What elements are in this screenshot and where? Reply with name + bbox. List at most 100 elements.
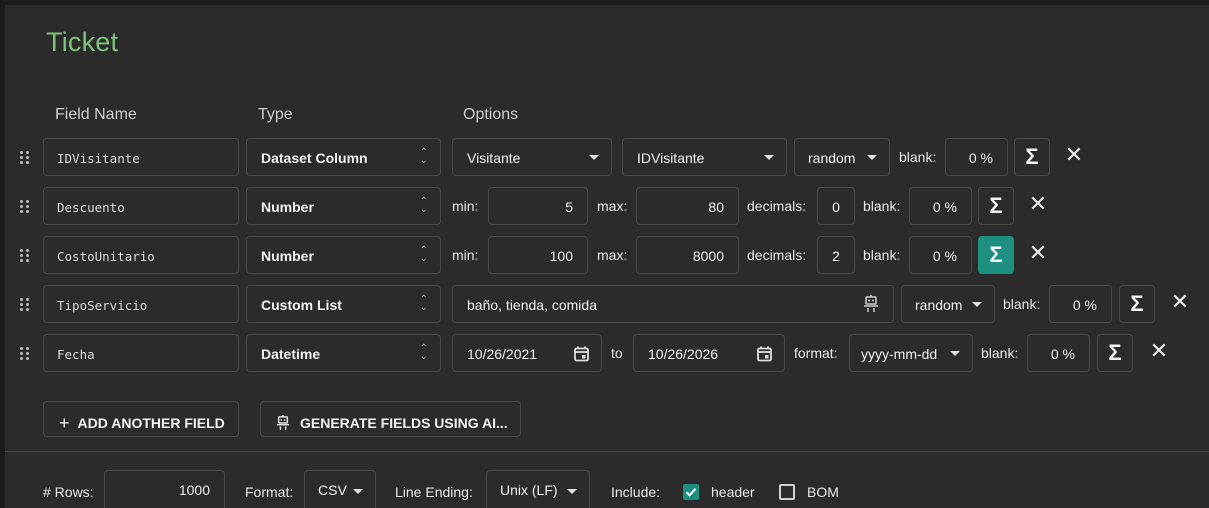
line-ending-value: Unix (LF) <box>500 482 558 498</box>
plus-icon: + <box>59 413 70 433</box>
drag-handle-icon[interactable] <box>20 249 32 263</box>
check-icon <box>685 488 697 497</box>
type-label: Number <box>261 248 314 264</box>
calendar-icon[interactable] <box>757 346 772 362</box>
field-row: TipoServicio Custom List ⌃ ⌄ baño, tienda,… <box>5 285 1209 325</box>
blank-label: blank: <box>899 149 937 165</box>
bom-option-label: BOM <box>807 484 839 500</box>
type-selector[interactable]: Custom List ⌃ ⌄ <box>246 285 441 323</box>
blank-input[interactable]: 0 % <box>1049 285 1112 323</box>
blank-input[interactable]: 0 % <box>945 138 1008 176</box>
min-label: min: <box>452 247 479 263</box>
close-icon[interactable]: ✕ <box>1148 338 1170 364</box>
max-input[interactable]: 8000 <box>636 236 739 274</box>
robot-icon[interactable] <box>863 295 879 313</box>
drag-handle-icon[interactable] <box>20 151 32 165</box>
updown-icon: ⌃ ⌄ <box>419 196 428 215</box>
field-row: CostoUnitario Number ⌃ ⌄ min: 100 max: 800… <box>5 236 1209 276</box>
field-row: IDVisitante Dataset Column ⌃ ⌄ Visitante I… <box>5 138 1209 178</box>
min-input[interactable]: 100 <box>488 236 588 274</box>
sigma-button[interactable]: Σ <box>1014 138 1050 176</box>
custom-list-value: baño, tienda, comida <box>467 297 597 313</box>
blank-label: blank: <box>1003 296 1041 312</box>
field-name-input[interactable]: Descuento <box>43 187 239 225</box>
blank-input[interactable]: 0 % <box>909 187 972 225</box>
add-field-button[interactable]: + ADD ANOTHER FIELD <box>43 401 239 437</box>
blank-input[interactable]: 0 % <box>909 236 972 274</box>
add-field-label: ADD ANOTHER FIELD <box>77 415 225 431</box>
sigma-button[interactable]: Σ <box>1097 334 1133 372</box>
sigma-button[interactable]: Σ <box>978 187 1014 225</box>
min-label: min: <box>452 198 479 214</box>
type-selector[interactable]: Datetime ⌃ ⌄ <box>246 334 441 372</box>
divider <box>5 451 1209 452</box>
to-label: to <box>611 345 623 361</box>
sigma-button[interactable]: Σ <box>978 236 1014 274</box>
max-input[interactable]: 80 <box>636 187 739 225</box>
column-select[interactable]: IDVisitante <box>622 138 787 176</box>
decimals-label: decimals: <box>747 247 807 263</box>
field-name-input[interactable]: CostoUnitario <box>43 236 239 274</box>
rows-label: # Rows: <box>43 484 94 500</box>
max-label: max: <box>597 198 628 214</box>
mode-select[interactable]: random <box>794 138 890 176</box>
field-name-input[interactable]: IDVisitante <box>43 138 239 176</box>
file-format-select[interactable]: CSV <box>304 470 376 508</box>
close-icon[interactable]: ✕ <box>1063 142 1085 168</box>
type-label: Number <box>261 199 314 215</box>
type-label: Dataset Column <box>261 150 368 166</box>
close-icon[interactable]: ✕ <box>1169 289 1191 315</box>
type-selector[interactable]: Number ⌃ ⌄ <box>246 187 441 225</box>
close-icon[interactable]: ✕ <box>1027 191 1049 217</box>
format-select[interactable]: yyyy-mm-dd <box>849 334 973 372</box>
decimals-input[interactable]: 0 <box>817 187 855 225</box>
updown-icon: ⌃ ⌄ <box>419 245 428 264</box>
robot-icon <box>276 415 290 430</box>
header-checkbox[interactable] <box>683 484 699 500</box>
page-title: Ticket <box>46 27 119 57</box>
bom-checkbox[interactable] <box>779 484 795 500</box>
min-input[interactable]: 5 <box>488 187 588 225</box>
field-name-input[interactable]: Fecha <box>43 334 239 372</box>
decimals-input[interactable]: 2 <box>817 236 855 274</box>
line-ending-select[interactable]: Unix (LF) <box>486 470 590 508</box>
calendar-icon[interactable] <box>574 346 589 362</box>
field-name-input[interactable]: TipoServicio <box>43 285 239 323</box>
caret-down-icon <box>353 489 363 494</box>
caret-down-icon <box>950 351 960 356</box>
drag-handle-icon[interactable] <box>20 200 32 214</box>
type-label: Datetime <box>261 346 321 362</box>
caret-down-icon <box>567 489 577 494</box>
caret-down-icon <box>589 155 599 160</box>
blank-label: blank: <box>981 345 1019 361</box>
blank-label: blank: <box>863 198 901 214</box>
drag-handle-icon[interactable] <box>20 347 32 361</box>
format-label: format: <box>794 345 838 361</box>
generate-ai-button[interactable]: GENERATE FIELDS USING AI... <box>260 401 521 437</box>
date-to-value: 10/26/2026 <box>648 346 719 362</box>
dataset-select[interactable]: Visitante <box>452 138 612 176</box>
date-from-input[interactable]: 10/26/2021 <box>452 334 602 372</box>
header-type: Type <box>258 106 293 123</box>
include-label: Include: <box>611 484 661 500</box>
custom-list-input[interactable]: baño, tienda, comida <box>452 285 894 323</box>
max-label: max: <box>597 247 628 263</box>
close-icon[interactable]: ✕ <box>1027 240 1049 266</box>
blank-input[interactable]: 0 % <box>1027 334 1090 372</box>
date-to-input[interactable]: 10/26/2026 <box>633 334 785 372</box>
caret-down-icon <box>764 155 774 160</box>
mode-value: random <box>808 150 856 166</box>
export-options: # Rows: 1000 Format: CSV Line Ending: Un… <box>5 470 1209 508</box>
type-selector[interactable]: Number ⌃ ⌄ <box>246 236 441 274</box>
date-from-value: 10/26/2021 <box>467 346 538 362</box>
drag-handle-icon[interactable] <box>20 298 32 312</box>
decimals-label: decimals: <box>747 198 807 214</box>
sigma-button[interactable]: Σ <box>1119 285 1155 323</box>
mode-select[interactable]: random <box>901 285 995 323</box>
schema-editor: Ticket Field Name Type Options IDVisitan… <box>5 5 1209 508</box>
line-ending-label: Line Ending: <box>395 484 473 500</box>
header-field-name: Field Name <box>55 106 137 123</box>
caret-down-icon <box>972 302 982 307</box>
rows-input[interactable]: 1000 <box>104 470 225 508</box>
type-selector[interactable]: Dataset Column ⌃ ⌄ <box>246 138 441 176</box>
